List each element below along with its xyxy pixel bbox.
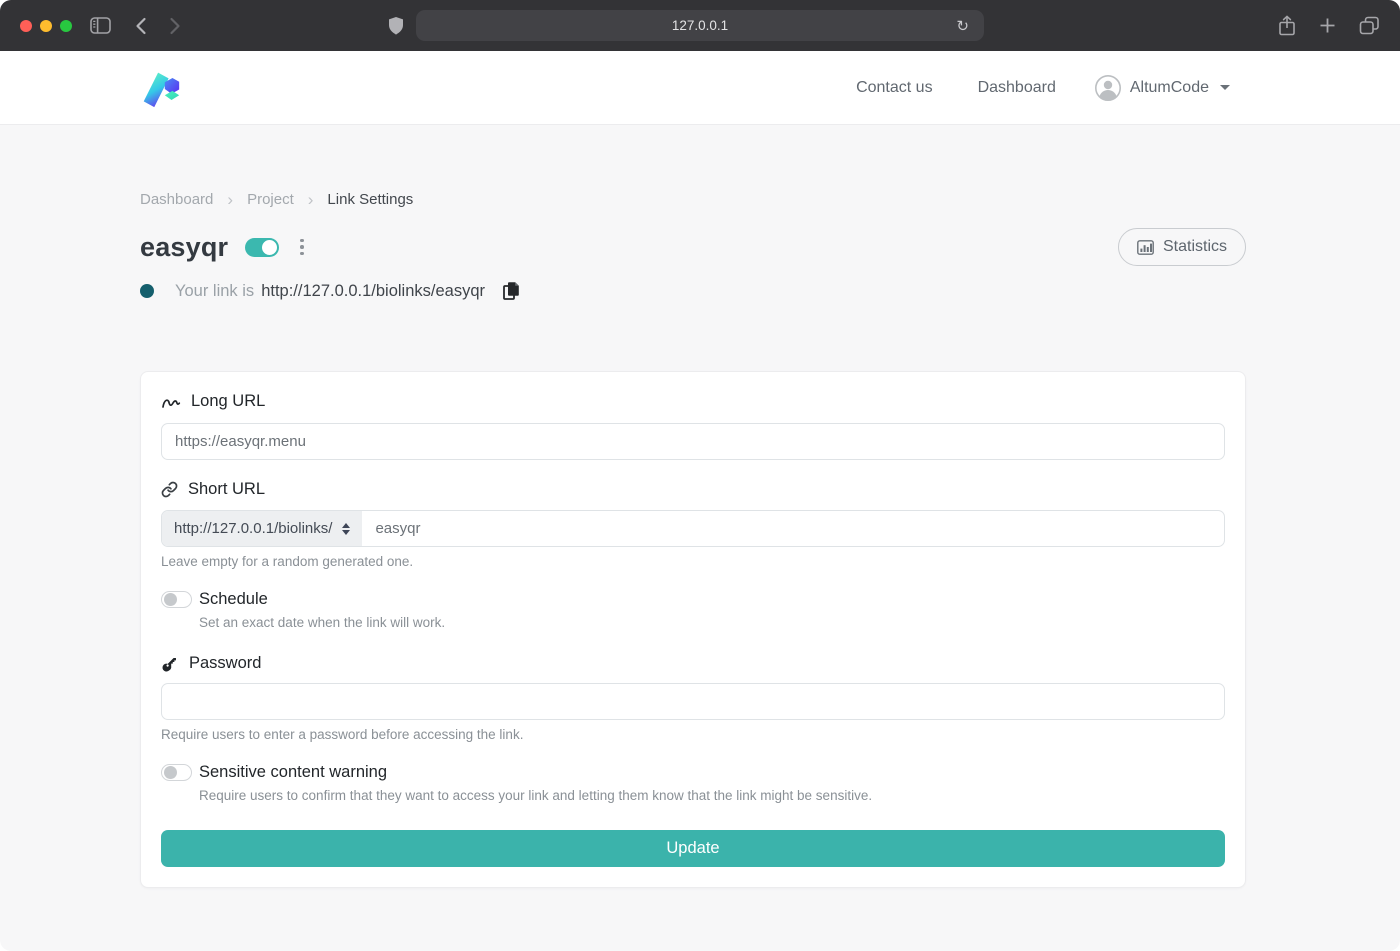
share-icon[interactable] — [1278, 15, 1296, 36]
scribble-icon — [161, 393, 181, 411]
main-content: Dashboard › Project › Link Settings easy… — [0, 125, 1400, 888]
copy-icon[interactable] — [502, 281, 521, 301]
link-settings-card: Long URL Short URL http://127.0.0.1/biol… — [140, 371, 1246, 888]
short-url-group: http://127.0.0.1/biolinks/ — [161, 510, 1225, 547]
sensitive-help: Require users to confirm that they want … — [199, 788, 1225, 803]
address-bar[interactable]: 127.0.0.1 ↻ — [416, 10, 984, 41]
traffic-lights — [20, 20, 72, 32]
password-input[interactable] — [161, 683, 1225, 720]
sensitive-content-toggle[interactable] — [161, 764, 192, 781]
address-bar-url: 127.0.0.1 — [672, 18, 728, 33]
long-url-input[interactable] — [161, 423, 1225, 460]
password-label: Password — [161, 654, 1225, 673]
breadcrumb-separator-icon: › — [308, 191, 314, 208]
browser-chrome: 127.0.0.1 ↻ — [0, 0, 1400, 51]
statistics-button[interactable]: Statistics — [1118, 228, 1246, 266]
breadcrumb-separator-icon: › — [227, 191, 233, 208]
breadcrumb-dashboard[interactable]: Dashboard — [140, 191, 213, 208]
nav-dashboard[interactable]: Dashboard — [972, 78, 1062, 98]
key-icon — [157, 651, 182, 676]
forward-icon[interactable] — [169, 17, 181, 35]
sensitive-label: Sensitive content warning — [199, 763, 387, 782]
sidebar-toggle-icon[interactable] — [90, 17, 111, 34]
breadcrumb-project[interactable]: Project — [247, 191, 294, 208]
statistics-button-label: Statistics — [1163, 238, 1227, 256]
tab-overview-icon[interactable] — [1359, 16, 1380, 35]
breadcrumb: Dashboard › Project › Link Settings — [140, 191, 1246, 208]
short-url-input[interactable] — [362, 511, 1224, 546]
chrome-right-buttons — [1278, 15, 1380, 36]
account-name: AltumCode — [1130, 79, 1209, 97]
your-link-label: Your link is — [175, 282, 254, 301]
title-row: easyqr Statistics — [140, 228, 1246, 266]
short-url-label: Short URL — [161, 480, 1225, 499]
account-menu[interactable]: AltumCode — [1095, 75, 1230, 101]
schedule-row: Schedule — [161, 590, 1225, 609]
more-options-icon[interactable] — [297, 236, 307, 259]
new-tab-icon[interactable] — [1319, 17, 1336, 34]
avatar — [1095, 75, 1121, 101]
select-arrows-icon — [342, 523, 350, 535]
status-dot — [140, 284, 154, 298]
page-title: easyqr — [140, 232, 228, 263]
schedule-help: Set an exact date when the link will wor… — [199, 615, 1225, 630]
short-url-help: Leave empty for a random generated one. — [161, 554, 1225, 569]
breadcrumb-link-settings: Link Settings — [327, 191, 413, 208]
link-enabled-toggle[interactable] — [245, 238, 279, 257]
zoom-window-button[interactable] — [60, 20, 72, 32]
link-icon — [161, 481, 178, 498]
main-nav: Contact us Dashboard AltumCode — [850, 75, 1230, 101]
reload-icon[interactable]: ↻ — [950, 16, 975, 36]
altumcode-logo[interactable] — [137, 65, 183, 111]
schedule-label: Schedule — [199, 590, 268, 609]
minimize-window-button[interactable] — [40, 20, 52, 32]
nav-contact-us[interactable]: Contact us — [850, 78, 938, 98]
short-url-domain-select[interactable]: http://127.0.0.1/biolinks/ — [162, 511, 362, 546]
privacy-shield-icon[interactable] — [388, 16, 404, 36]
site-header: Contact us Dashboard AltumCode — [0, 51, 1400, 125]
your-link-row: Your link is http://127.0.0.1/biolinks/e… — [140, 281, 1246, 301]
update-button[interactable]: Update — [161, 830, 1225, 867]
schedule-toggle[interactable] — [161, 591, 192, 608]
chevron-down-icon — [1220, 85, 1230, 90]
sensitive-row: Sensitive content warning — [161, 763, 1225, 782]
long-url-label: Long URL — [161, 392, 1225, 411]
browser-window: 127.0.0.1 ↻ — [0, 0, 1400, 951]
back-icon[interactable] — [135, 17, 147, 35]
password-help: Require users to enter a password before… — [161, 727, 1225, 742]
bar-chart-icon — [1137, 240, 1154, 255]
close-window-button[interactable] — [20, 20, 32, 32]
your-link-url: http://127.0.0.1/biolinks/easyqr — [261, 282, 485, 301]
